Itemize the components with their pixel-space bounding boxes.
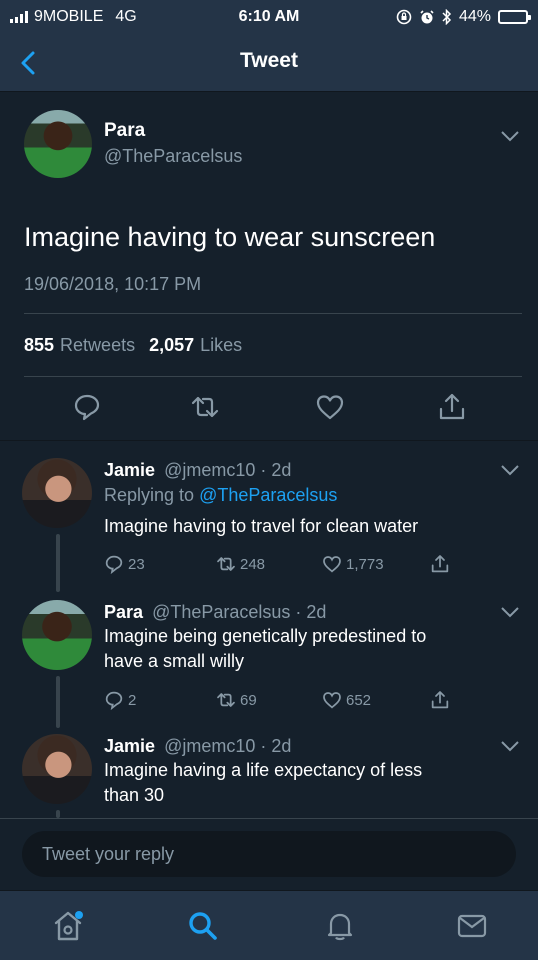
reply-text: than 30 (104, 785, 165, 805)
reply-header: Para @TheParacelsus · 2d (104, 602, 326, 623)
battery-icon (498, 10, 531, 24)
share-icon (431, 691, 449, 709)
like-count: 652 (346, 691, 372, 709)
reply-icon (105, 691, 123, 710)
tweet-timestamp: 19/06/2018, 10:17 PM (24, 274, 202, 294)
lock-rotation-icon (396, 9, 412, 25)
reply-text: Imagine having a life expectancy of less (104, 760, 423, 780)
reply-author-name[interactable]: Para (104, 602, 143, 622)
tab-messages[interactable] (455, 909, 487, 941)
reply-button[interactable] (72, 392, 102, 422)
home-icon (54, 911, 83, 941)
tweet-stats: 855 Retweets 2,057 Likes (24, 335, 242, 356)
author-name[interactable]: Para (104, 120, 145, 142)
chevron-down-icon[interactable] (500, 464, 520, 476)
reply-count: 23 (128, 555, 145, 573)
share-button[interactable] (430, 690, 450, 710)
like-icon (323, 692, 341, 709)
tab-search[interactable] (186, 909, 218, 941)
like-count: 1,773 (346, 555, 384, 573)
search-icon (189, 912, 217, 940)
battery-percent: 44% (458, 8, 491, 25)
replying-to-line: Replying to @TheParacelsus (104, 482, 337, 509)
retweet-count: 248 (240, 555, 266, 573)
retweet-count: 69 (240, 691, 257, 709)
chevron-down-icon[interactable] (500, 606, 520, 618)
messages-icon (457, 914, 487, 938)
like-icon (323, 556, 341, 573)
reply-text: Imagine having to travel for clean water (104, 516, 419, 536)
divider (24, 313, 522, 314)
thread-line (56, 810, 60, 818)
section-separator (0, 440, 538, 441)
avatar[interactable] (24, 110, 92, 178)
reply-icon (105, 555, 123, 574)
reply-icon (74, 394, 100, 421)
reply-author-handle[interactable]: @TheParacelsus (152, 602, 290, 622)
author-handle[interactable]: @TheParacelsus (104, 146, 242, 167)
reply-author-handle[interactable]: @jmemc10 (164, 460, 255, 480)
chevron-down-icon[interactable] (500, 130, 520, 142)
retweet-button[interactable] (190, 392, 220, 422)
alarm-icon (419, 9, 435, 25)
reply-time: · 2d (260, 460, 292, 480)
retweet-icon (191, 396, 219, 418)
retweet-button[interactable]: 69 (216, 690, 257, 710)
reply-author-name[interactable]: Jamie (104, 736, 155, 756)
retweets-label[interactable]: Retweets (60, 335, 135, 356)
bluetooth-icon (442, 9, 452, 25)
replying-to-link[interactable]: @TheParacelsus (199, 485, 337, 505)
nav-header: Tweet (0, 34, 538, 92)
share-button[interactable] (437, 392, 467, 422)
tab-home[interactable] (52, 909, 84, 941)
retweet-button[interactable]: 248 (216, 554, 265, 574)
reply-button[interactable]: 23 (104, 554, 145, 574)
tweet-text: Imagine having to wear sunscreen (24, 222, 436, 252)
reply-composer (0, 818, 538, 890)
reply-text: have a small willy (104, 651, 245, 671)
reply-author-name[interactable]: Jamie (104, 460, 155, 480)
reply-header: Jamie @jmemc10 · 2d (104, 736, 291, 757)
like-button[interactable] (315, 392, 345, 422)
tab-bar (0, 890, 538, 960)
likes-count[interactable]: 2,057 (149, 335, 194, 356)
reply-input[interactable] (22, 831, 516, 877)
notifications-icon (327, 913, 353, 941)
retweets-count[interactable]: 855 (24, 335, 54, 356)
avatar[interactable] (22, 600, 92, 670)
main-tweet: Para @TheParacelsus Imagine having to we… (0, 92, 538, 442)
reply-item[interactable]: Jamie @jmemc10 · 2d Imagine having a lif… (0, 734, 538, 818)
likes-label[interactable]: Likes (200, 335, 242, 356)
status-bar: 9MOBILE 4G 6:10 AM 44% (0, 0, 538, 34)
reply-text: Imagine being genetically predestined to (104, 626, 427, 646)
chevron-down-icon[interactable] (500, 740, 520, 752)
reply-item[interactable]: Jamie @jmemc10 · 2d Replying to @ThePara… (0, 458, 538, 593)
reply-header: Jamie @jmemc10 · 2d (104, 460, 291, 481)
share-button[interactable] (430, 554, 450, 574)
reply-time: · 2d (260, 736, 292, 756)
avatar[interactable] (22, 734, 92, 804)
share-icon (439, 393, 465, 420)
divider (24, 376, 522, 377)
retweet-icon (217, 557, 235, 571)
reply-time: · 2d (295, 602, 327, 622)
replying-to-label: Replying to (104, 485, 195, 505)
thread-line (56, 676, 60, 728)
thread-line (56, 534, 60, 592)
like-button[interactable]: 1,773 (322, 554, 384, 574)
like-icon (316, 395, 344, 420)
reply-item[interactable]: Para @TheParacelsus · 2d Imagine being g… (0, 600, 538, 730)
share-icon (431, 555, 449, 573)
like-button[interactable]: 652 (322, 690, 371, 710)
status-right: 44% (396, 8, 531, 26)
reply-author-handle[interactable]: @jmemc10 (164, 736, 255, 756)
page-title: Tweet (240, 49, 298, 72)
retweet-icon (217, 693, 235, 707)
reply-button[interactable]: 2 (104, 690, 136, 710)
avatar[interactable] (22, 458, 92, 528)
reply-count: 2 (128, 691, 137, 709)
tab-notifications[interactable] (323, 909, 355, 941)
